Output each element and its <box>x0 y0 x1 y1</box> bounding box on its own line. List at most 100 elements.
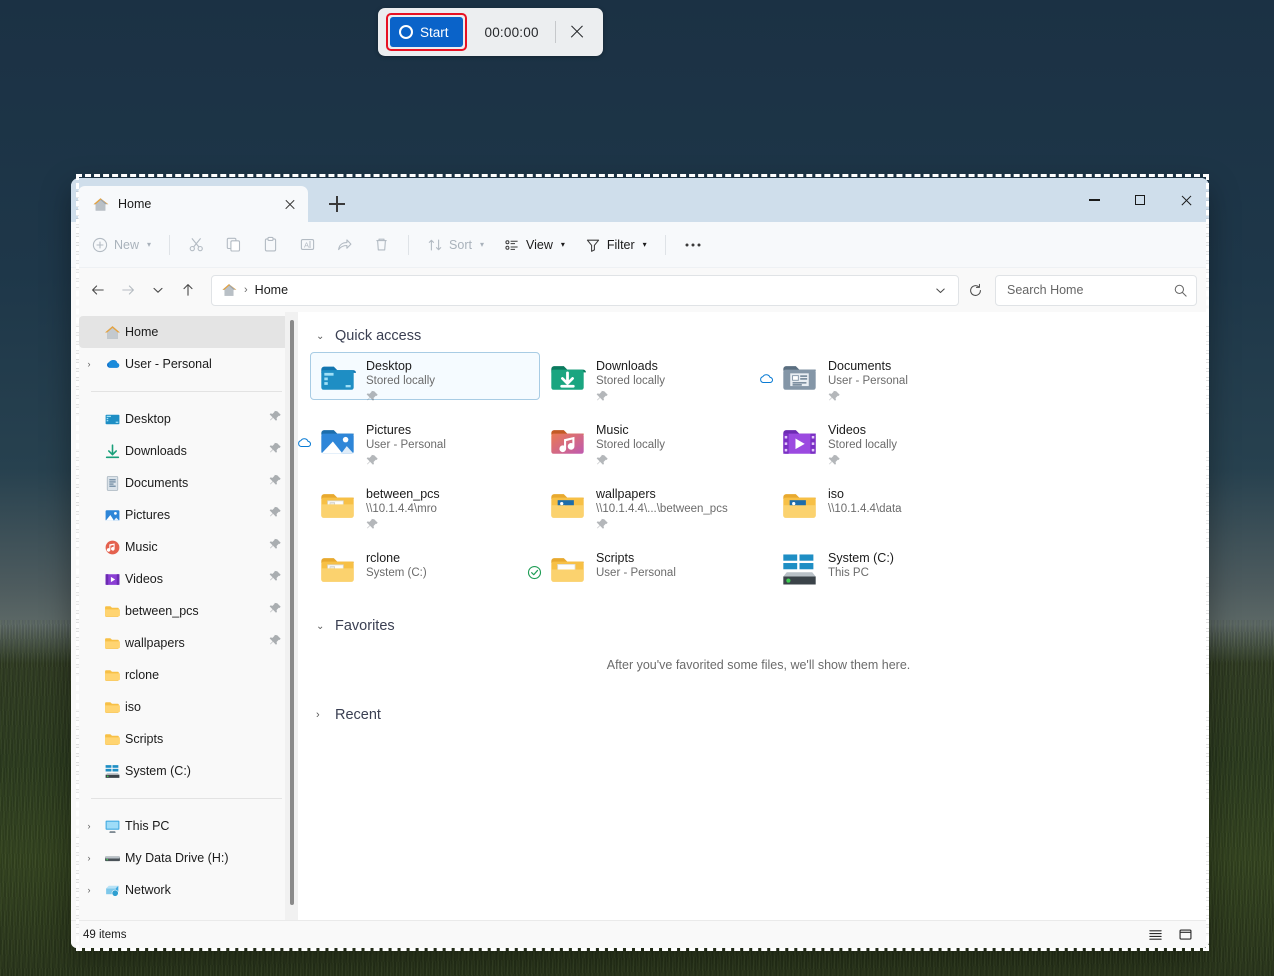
details-view-button[interactable] <box>1143 924 1167 946</box>
sidebar-item-rclone[interactable]: rclone <box>79 659 290 691</box>
see-more-button[interactable] <box>675 229 711 261</box>
filter-button[interactable]: Filter ▾ <box>576 229 656 261</box>
sidebar-item-wallpapers[interactable]: wallpapers <box>79 627 290 659</box>
sidebar-item-videos[interactable]: Videos <box>79 563 290 595</box>
close-recorder-button[interactable] <box>562 17 592 47</box>
quick-access-header[interactable]: ⌄ Quick access <box>316 328 1209 344</box>
music-folder-icon <box>549 423 587 461</box>
sidebar-item-this-pc[interactable]: › This PC <box>79 810 290 842</box>
quick-access-tile-subtitle: User - Personal <box>596 567 676 579</box>
sidebar-item-label: Pictures <box>125 508 171 522</box>
search-box[interactable]: Search Home <box>995 274 1197 306</box>
chevron-down-icon-favorites: ⌄ <box>316 620 325 632</box>
minimize-button[interactable] <box>1071 178 1117 222</box>
chevron-down-icon-sort: ▾ <box>479 240 484 249</box>
sidebar-item-my-data-drive-h[interactable]: › My Data Drive (H:) <box>79 842 290 874</box>
favorites-header[interactable]: ⌄ Favorites <box>316 618 1209 634</box>
close-tab-icon[interactable] <box>280 194 300 214</box>
quick-access-tile[interactable]: Downloads Stored locally <box>540 352 772 401</box>
sidebar-item-home[interactable]: Home <box>79 316 290 348</box>
quick-access-tile[interactable]: between_pcs \\10.1.4.4\mro <box>310 480 540 529</box>
sidebar-item-downloads[interactable]: Downloads <box>79 435 290 467</box>
expand-chevron-icon[interactable]: › <box>79 885 99 895</box>
breadcrumb-home-label[interactable]: Home <box>255 283 288 297</box>
quick-access-tile-subtitle: User - Personal <box>828 375 908 387</box>
sort-button[interactable]: Sort ▾ <box>418 229 493 261</box>
sidebar-item-user-personal[interactable]: › User - Personal <box>79 348 290 380</box>
music-icon <box>99 539 125 556</box>
large-icons-view-button[interactable] <box>1173 924 1197 946</box>
quick-access-tile-name: wallpapers <box>596 487 656 501</box>
copy-button[interactable] <box>216 229 251 261</box>
quick-access-tile[interactable]: Documents User - Personal <box>760 352 1002 401</box>
copy-icon <box>225 236 242 253</box>
breadcrumb-home-icon[interactable] <box>221 282 237 298</box>
search-input[interactable]: Search Home <box>1007 283 1173 297</box>
quick-access-tile[interactable]: Videos Stored locally <box>772 416 1002 465</box>
pin-icon <box>366 518 440 536</box>
up-button[interactable] <box>173 275 203 305</box>
cloud-badge-icon <box>298 437 312 451</box>
favorites-empty-message: After you've favorited some files, we'll… <box>606 658 911 672</box>
folder-plain-icon <box>549 551 587 589</box>
quick-access-tile[interactable]: Music Stored locally <box>540 416 772 465</box>
view-button[interactable]: View ▾ <box>495 229 574 261</box>
tab-home[interactable]: Home <box>78 186 308 222</box>
quick-access-tile[interactable]: iso \\10.1.4.4\data <box>772 480 1002 528</box>
toolbar-divider-2 <box>408 234 410 255</box>
favorites-title: Favorites <box>335 618 395 634</box>
new-tab-icon[interactable] <box>322 189 352 219</box>
quick-access-tile[interactable]: Desktop Stored locally <box>310 352 540 401</box>
sidebar-item-scripts[interactable]: Scripts <box>79 723 290 755</box>
sidebar-item-music[interactable]: Music <box>79 531 290 563</box>
expand-chevron-icon[interactable]: › <box>79 359 99 369</box>
onedrive-icon <box>99 356 125 373</box>
refresh-button[interactable] <box>961 275 989 305</box>
recent-locations-button[interactable] <box>143 275 173 305</box>
rename-icon: A <box>299 236 316 253</box>
maximize-button[interactable] <box>1117 178 1163 222</box>
sidebar-item-between-pcs[interactable]: between_pcs <box>79 595 290 627</box>
network-icon <box>99 882 125 899</box>
filter-button-label: Filter <box>606 237 635 252</box>
status-bar: 49 items <box>71 920 1209 948</box>
sidebar-item-iso[interactable]: iso <box>79 691 290 723</box>
quick-access-tile-name: Desktop <box>366 359 412 373</box>
sidebar-list: Home › User - Personal Desktop Downloads Docu… <box>71 316 298 906</box>
quick-access-tile[interactable]: Scripts User - Personal <box>527 544 772 592</box>
new-button[interactable]: New ▾ <box>83 229 160 261</box>
sidebar-scroll-track[interactable] <box>285 312 298 920</box>
sidebar-item-documents[interactable]: Documents <box>79 467 290 499</box>
address-dropdown-icon[interactable] <box>928 278 952 302</box>
address-bar[interactable]: › Home <box>211 274 959 306</box>
command-bar: New ▾ A Sort ▾ View ▾ Filter ▾ <box>71 222 1209 268</box>
recent-header[interactable]: › Recent <box>316 707 1209 723</box>
rename-button[interactable]: A <box>290 229 325 261</box>
delete-button[interactable] <box>364 229 399 261</box>
quick-access-tile[interactable]: System (C:) This PC <box>772 544 1002 592</box>
quick-access-tile-name: Scripts <box>596 551 635 565</box>
forward-button[interactable] <box>113 275 143 305</box>
windows-drive-big-icon <box>781 551 819 589</box>
cut-button[interactable] <box>179 229 214 261</box>
paste-button[interactable] <box>253 229 288 261</box>
sidebar-item-system-c[interactable]: System (C:) <box>79 755 290 787</box>
sidebar-item-pictures[interactable]: Pictures <box>79 499 290 531</box>
quick-access-tile-subtitle: \\10.1.4.4\data <box>828 503 902 515</box>
share-button[interactable] <box>327 229 362 261</box>
quick-access-tile[interactable]: Pictures User - Personal <box>298 416 540 465</box>
back-button[interactable] <box>83 275 113 305</box>
sidebar-scrollbar-thumb[interactable] <box>290 320 294 905</box>
quick-access-tile-text: Scripts User - Personal <box>596 550 676 581</box>
expand-chevron-icon[interactable]: › <box>79 821 99 831</box>
close-window-button[interactable] <box>1163 178 1209 222</box>
quick-access-tile[interactable]: rclone System (C:) <box>310 544 540 592</box>
sidebar-item-desktop[interactable]: Desktop <box>79 403 290 435</box>
quick-access-tile-subtitle: System (C:) <box>366 567 427 579</box>
quick-access-tile[interactable]: wallpapers \\10.1.4.4\...\between_pcs <box>540 480 772 529</box>
expand-chevron-icon[interactable]: › <box>79 853 99 863</box>
plus-circle-icon <box>92 237 108 253</box>
start-recording-button[interactable]: Start <box>390 17 463 47</box>
sidebar-item-network[interactable]: › Network <box>79 874 290 906</box>
folder-doc-icon <box>319 487 357 525</box>
